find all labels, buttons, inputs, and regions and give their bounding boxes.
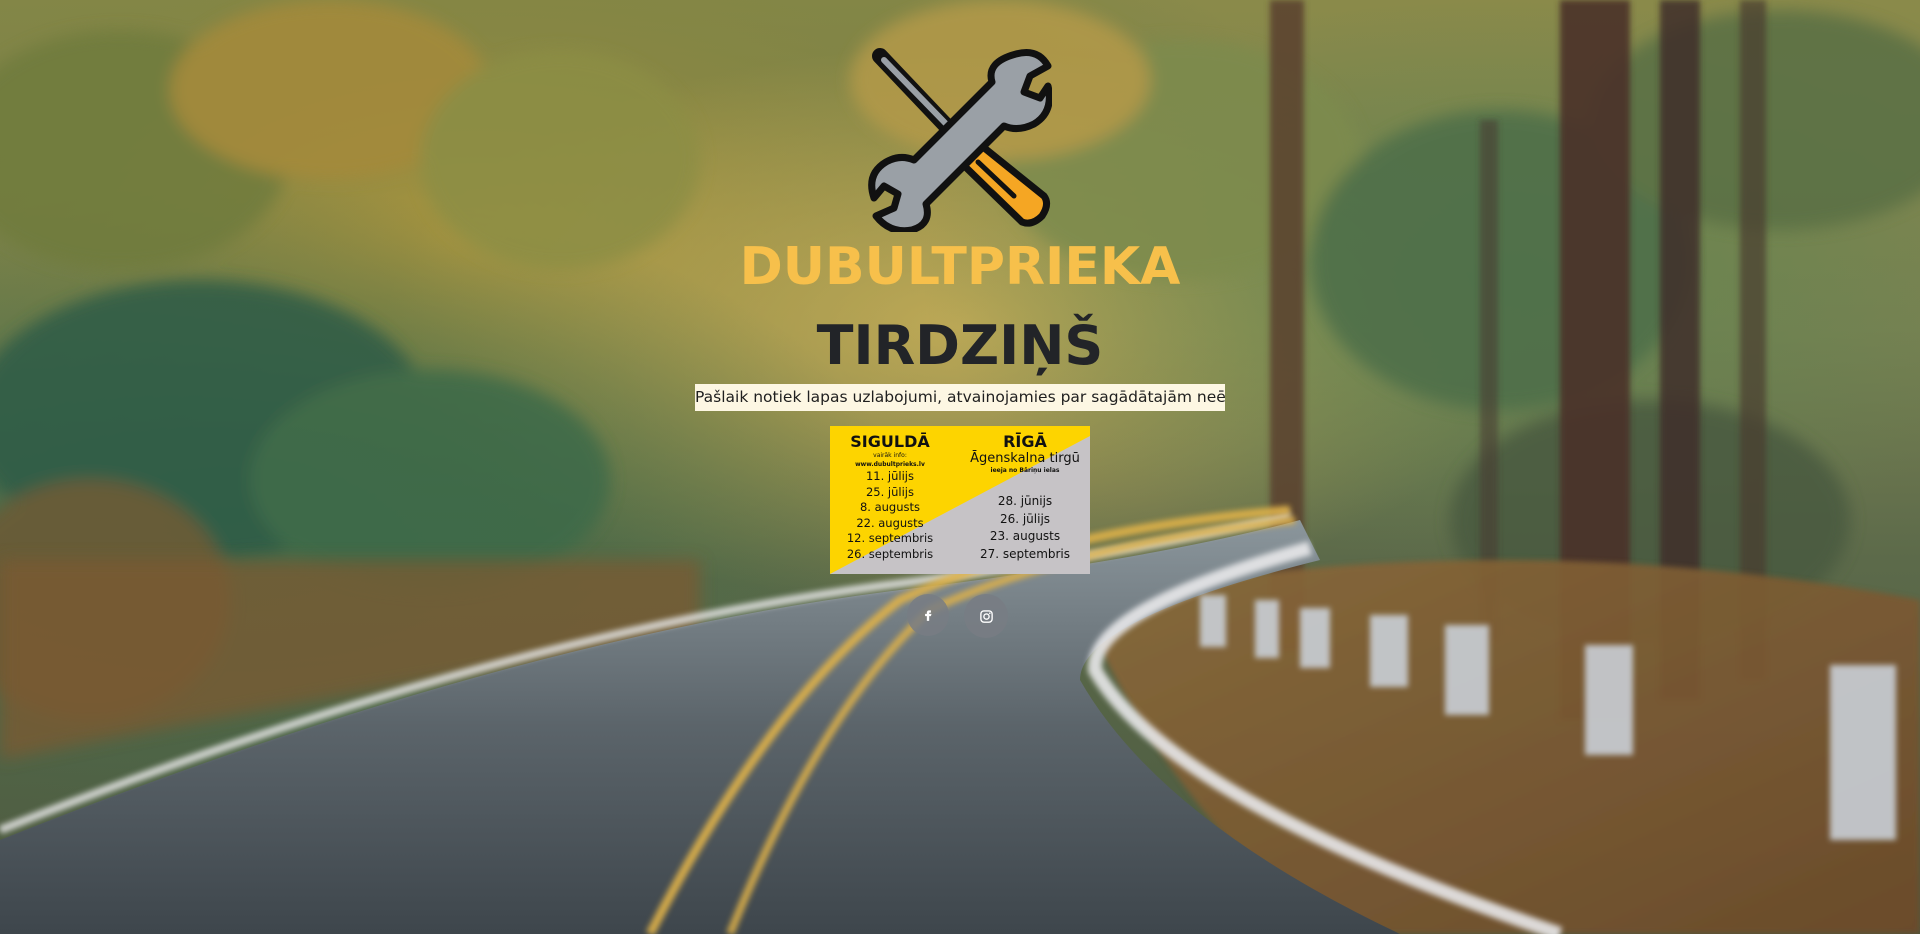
sigulda-info-line: vairāk info: xyxy=(873,452,907,459)
riga-date: 28. jūnijs xyxy=(997,494,1053,508)
facebook-button[interactable] xyxy=(907,594,949,636)
sigulda-city: SIGULDĀ xyxy=(850,432,930,451)
maintenance-notice: Pašlaik notiek lapas uzlabojumi, atvaino… xyxy=(695,384,1225,411)
instagram-icon xyxy=(979,609,993,623)
sigulda-date: 22. augusts xyxy=(856,515,924,530)
market-schedule-banner: SIGULDĀ vairāk info: www.dubultprieks.lv… xyxy=(830,426,1090,574)
sigulda-date: 8. augusts xyxy=(859,500,921,514)
sigulda-date: 12. septembris xyxy=(846,531,934,545)
maintenance-content: DUBULTPRIEKA TIRDZIŅŠ Pašlaik notiek lap… xyxy=(0,0,1920,934)
social-links xyxy=(907,594,1008,640)
riga-date: 26. jūlijs xyxy=(999,511,1051,526)
wrench-screwdriver-icon xyxy=(866,46,1053,235)
riga-dates: 28. jūnijs 26. jūlijs 23. augusts 27. se… xyxy=(960,493,1090,563)
site-title: DUBULTPRIEKA xyxy=(739,237,1181,297)
page: DUBULTPRIEKA TIRDZIŅŠ Pašlaik notiek lap… xyxy=(0,0,1920,934)
facebook-icon xyxy=(925,610,932,621)
riga-city: RĪGĀ xyxy=(1003,432,1047,451)
riga-entrance: ieeja no Bāriņu ielas xyxy=(990,467,1060,474)
riga-column: RĪGĀ Āgenskalna tirgū ieeja no Bāriņu ie… xyxy=(960,432,1090,563)
sigulda-date: 25. jūlijs xyxy=(865,484,914,499)
riga-date: 23. augusts xyxy=(989,529,1061,543)
sigulda-url: www.dubultprieks.lv xyxy=(855,461,925,468)
instagram-button[interactable] xyxy=(964,594,1008,638)
riga-date: 27. septembris xyxy=(979,546,1071,561)
sigulda-column: SIGULDĀ vairāk info: www.dubultprieks.lv… xyxy=(830,432,950,562)
site-subtitle: TIRDZIŅŠ xyxy=(816,314,1104,377)
sigulda-dates: 11. jūlijs 25. jūlijs 8. augusts 22. aug… xyxy=(830,469,950,562)
riga-place: Āgenskalna tirgū xyxy=(970,451,1080,466)
sigulda-date: 26. septembris xyxy=(846,546,934,561)
sigulda-date: 11. jūlijs xyxy=(865,469,914,483)
